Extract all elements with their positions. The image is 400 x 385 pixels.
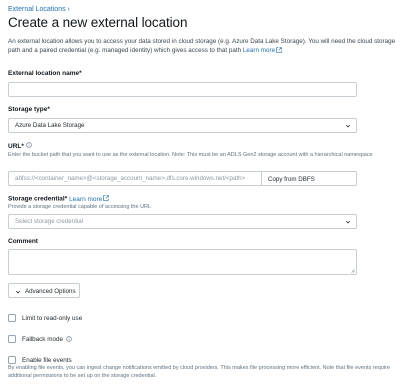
fallback-mode-option[interactable]: Fallback mode [8, 335, 72, 343]
storage-credential-label: Storage credential* Learn more [8, 195, 110, 203]
url-hint: Enter the bucket path that you want to u… [8, 152, 373, 158]
read-only-option[interactable]: Limit to read-only use [8, 314, 82, 322]
url-label-text: URL* [8, 143, 24, 150]
breadcrumb-external-locations-link[interactable]: External Locations [8, 6, 66, 13]
location-name-label: External location name* [8, 70, 82, 77]
storage-credential-label-text: Storage credential* [8, 195, 68, 203]
page-description: An external location allows you to acces… [8, 37, 396, 55]
url-label: URL* [8, 142, 32, 150]
advanced-options-button[interactable]: Advanced Options [8, 283, 80, 298]
fallback-mode-checkbox[interactable] [8, 335, 16, 343]
file-events-checkbox[interactable] [8, 356, 16, 364]
info-icon[interactable] [26, 142, 32, 148]
url-placeholder: abfss://<container_name>@<storage_accoun… [15, 175, 246, 182]
page-title: Create a new external location [8, 15, 188, 30]
storage-type-select[interactable]: Azure Data Lake Storage [8, 118, 357, 133]
file-events-hint: By enabling file events, you can ingest … [8, 365, 390, 379]
storage-credential-select[interactable]: Select storage credential [8, 214, 357, 229]
page-description-text: An external location allows you to acces… [8, 38, 396, 54]
learn-more-link[interactable]: Learn more [243, 46, 282, 54]
copy-from-dbfs-button[interactable]: Copy from DBFS [262, 171, 357, 186]
external-link-icon [276, 46, 282, 53]
copy-from-dbfs-label: Copy from DBFS [268, 175, 315, 183]
breadcrumb[interactable]: External Locations › [8, 6, 70, 13]
comment-label: Comment [8, 238, 38, 245]
chevron-down-icon [15, 290, 21, 293]
location-name-input[interactable] [8, 82, 357, 97]
chevron-down-icon [345, 220, 351, 224]
storage-type-value: Azure Data Lake Storage [15, 122, 85, 129]
storage-type-label: Storage type* [8, 106, 50, 113]
breadcrumb-separator: › [67, 6, 70, 13]
resize-handle-icon[interactable] [350, 268, 355, 273]
fallback-mode-label: Fallback mode [22, 335, 63, 343]
comment-textarea[interactable] [8, 249, 357, 275]
storage-credential-learn-more-link[interactable]: Learn more [69, 195, 110, 203]
read-only-checkbox[interactable] [8, 314, 16, 322]
learn-more-label[interactable]: Learn more [243, 47, 275, 54]
advanced-options-label: Advanced Options [25, 287, 76, 295]
storage-credential-hint: Provide a storage credential capable of … [8, 204, 152, 210]
chevron-down-icon [345, 124, 351, 128]
storage-credential-learn-more-label[interactable]: Learn more [69, 196, 102, 203]
file-events-label: Enable file events [22, 356, 72, 364]
info-icon[interactable] [66, 336, 72, 342]
file-events-option[interactable]: Enable file events [8, 356, 72, 364]
read-only-label: Limit to read-only use [22, 314, 83, 322]
external-link-icon [103, 195, 110, 201]
storage-credential-placeholder: Select storage credential [15, 218, 84, 225]
url-input[interactable]: abfss://<container_name>@<storage_accoun… [8, 171, 262, 186]
